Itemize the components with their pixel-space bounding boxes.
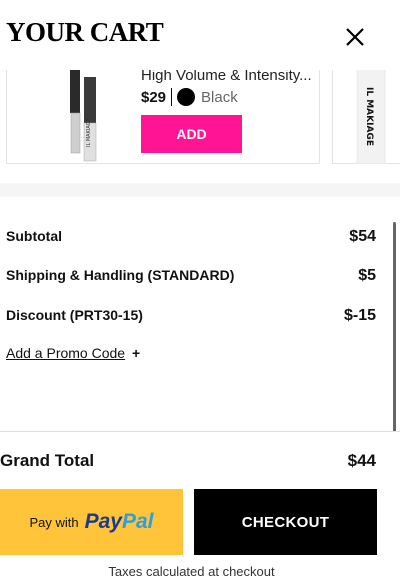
plus-icon: + — [131, 345, 141, 361]
next-product-card[interactable]: IL MAKIAGE — [332, 70, 400, 164]
shipping-row: Shipping & Handling (STANDARD) $5 — [6, 267, 376, 285]
checkout-button[interactable]: CHECKOUT — [194, 489, 377, 555]
grand-total-row: Grand Total $44 — [0, 451, 376, 471]
taxes-note: Taxes calculated at checkout — [108, 564, 275, 579]
page-title: YOUR CART — [6, 17, 164, 47]
grand-total-label: Grand Total — [0, 451, 95, 470]
subtotal-label: Subtotal — [6, 228, 62, 244]
close-icon — [346, 28, 364, 46]
mascara-image: IL MAKIAGE — [70, 70, 97, 162]
subtotal-value: $54 — [349, 228, 376, 245]
close-button[interactable] — [340, 22, 370, 52]
paypal-logo-part1: Pay — [84, 510, 122, 533]
tube-brand-text: IL MAKIAGE — [364, 87, 374, 146]
add-button[interactable]: ADD — [141, 115, 242, 153]
section-divider — [0, 183, 400, 197]
product-tube-image: IL MAKIAGE — [356, 70, 386, 164]
price-divider — [171, 88, 173, 106]
shipping-value: $5 — [358, 267, 376, 284]
mascara-brand-text: IL MAKIAGE — [86, 118, 92, 147]
paypal-logo-part2: Pal — [121, 510, 154, 533]
grand-total-value: $44 — [347, 451, 376, 470]
promo-label: Add a Promo Code — [6, 345, 126, 361]
discount-row: Discount (PRT30-15) $-15 — [6, 307, 376, 325]
shade-swatch[interactable] — [177, 88, 196, 106]
recommendation-carousel[interactable]: IL MAKIAGE High Volume & Intensity... $2… — [0, 70, 400, 183]
total-divider — [0, 431, 400, 432]
subtotal-row: Subtotal $54 — [6, 228, 376, 246]
shade-name: Black — [201, 88, 238, 106]
scrollbar[interactable] — [393, 222, 396, 432]
product-card[interactable]: IL MAKIAGE High Volume & Intensity... $2… — [6, 70, 320, 164]
price-row: $29 Black — [141, 88, 238, 106]
discount-label: Discount (PRT30-15) — [6, 307, 143, 323]
discount-value: $-15 — [343, 307, 376, 324]
product-price: $29 — [141, 88, 167, 106]
cart-header: YOUR CART — [0, 0, 400, 70]
shipping-label: Shipping & Handling (STANDARD) — [6, 267, 235, 283]
pay-with-label: Pay with — [29, 514, 79, 530]
add-promo-code-link[interactable]: Add a Promo Code + — [6, 345, 140, 361]
paypal-logo: PayPal — [85, 510, 154, 534]
product-name[interactable]: High Volume & Intensity... — [141, 70, 311, 84]
paypal-button[interactable]: Pay with PayPal — [0, 489, 183, 555]
